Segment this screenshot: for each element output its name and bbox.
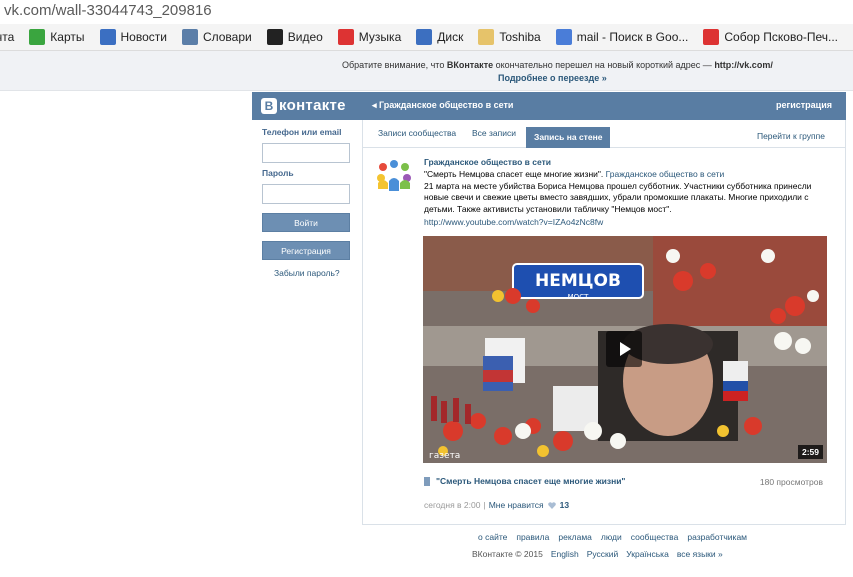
bookmark-label: Словари <box>202 30 252 44</box>
google-icon <box>555 29 572 45</box>
notice-brand: ВКонтакте <box>446 60 494 70</box>
maps-icon <box>29 29 46 45</box>
video-player[interactable]: НЕМЦОВ МОСТ газета 2:59 <box>423 236 827 463</box>
footer-links: о сайте правила реклама люди сообщества разра… <box>478 532 756 542</box>
notice-more-link[interactable]: Подробнее о переезде » <box>498 73 607 83</box>
like-link[interactable]: Мне нравится <box>489 500 544 510</box>
video-duration: 2:59 <box>797 445 823 459</box>
video-title-link[interactable]: "Смерть Немцова спасет еще многие жизни" <box>424 476 625 486</box>
bookmarks-bar: чта Карты Новости Словари Видео Музыка Диск Tos… <box>0 24 853 51</box>
password-label: Пароль <box>262 168 294 178</box>
bookmark-item[interactable]: Видео <box>266 29 323 45</box>
video-icon <box>266 29 283 45</box>
bookmark-item[interactable]: чта <box>0 29 14 45</box>
footer-link-about[interactable]: о сайте <box>478 532 507 542</box>
vk-logo[interactable]: В контакте <box>261 97 346 114</box>
footer-link-rules[interactable]: правила <box>516 532 549 542</box>
post-author-link[interactable]: Гражданское общество в сети <box>424 157 551 167</box>
bookmark-item[interactable]: Музыка <box>337 29 402 45</box>
login-button[interactable]: Войти <box>262 213 350 232</box>
yandex-icon <box>703 29 720 45</box>
lang-russian[interactable]: Русский <box>587 549 619 559</box>
disk-icon <box>416 29 433 45</box>
notice-text: Обратите внимание, что ВКонтакте окончат… <box>342 60 773 70</box>
password-input[interactable] <box>262 184 350 204</box>
lang-ukrainian[interactable]: Українська <box>626 549 669 559</box>
bookmark-label: Собор Псково-Печ... <box>724 30 839 44</box>
back-arrow-icon: ◂ <box>372 100 380 110</box>
domain-change-notice: Обратите внимание, что ВКонтакте окончат… <box>0 51 853 91</box>
video-watermark: газета <box>429 451 460 461</box>
go-to-group-link[interactable]: Перейти к группе <box>757 131 825 141</box>
folder-icon <box>478 29 495 45</box>
forgot-password-link[interactable]: Забыли пароль? <box>274 268 340 278</box>
bookmark-item[interactable]: Диск <box>416 29 463 45</box>
bookmark-item[interactable]: Toshiba <box>478 29 541 45</box>
bookmark-label: Музыка <box>358 30 402 44</box>
like-count: 13 <box>559 500 570 510</box>
meta-separator: | <box>483 500 486 510</box>
post-body-text: 21 марта на месте убийства Бориса Немцов… <box>424 180 812 214</box>
post-time[interactable]: сегодня в 2:00 <box>424 500 480 510</box>
heart-icon[interactable] <box>547 501 556 509</box>
footer-link-developers[interactable]: разработчикам <box>687 532 747 542</box>
post-youtube-link[interactable]: http://www.youtube.com/watch?v=IZAo4zNc8… <box>424 217 603 227</box>
bookmark-item[interactable]: Словари <box>181 29 252 45</box>
phone-label: Телефон или email <box>262 127 342 137</box>
lang-english[interactable]: English <box>551 549 579 559</box>
bookmark-item[interactable]: Собор Псково-Печ... <box>703 29 838 45</box>
bookmark-label: чта <box>0 30 15 44</box>
phone-input[interactable] <box>262 143 350 163</box>
group-avatar[interactable] <box>374 157 414 197</box>
address-bar[interactable]: vk.com/wall-33044743_209816 <box>0 0 853 24</box>
wall-post-panel: Записи сообщества Все записи Запись на с… <box>362 120 846 525</box>
post-text: "Смерть Немцова спасет еще многие жизни"… <box>424 169 829 215</box>
footer-link-communities[interactable]: сообщества <box>631 532 679 542</box>
footer-link-people[interactable]: люди <box>601 532 622 542</box>
bookmark-label: Toshiba <box>499 30 541 44</box>
back-link-label: Гражданское общество в сети <box>379 100 514 110</box>
post-quote: "Смерть Немцова спасет еще многие жизни"… <box>424 169 606 179</box>
bookmark-label: mail - Поиск в Goo... <box>576 30 689 44</box>
bookmark-label: Диск <box>437 30 464 44</box>
header-register-link[interactable]: регистрация <box>776 100 832 110</box>
sign-text: НЕМЦОВ <box>535 271 621 291</box>
footer-languages: ВКонтакте © 2015 English Русский Українська… <box>472 549 723 559</box>
bookmark-label: Карты <box>50 30 85 44</box>
register-button[interactable]: Регистрация <box>262 241 350 260</box>
video-file-icon <box>424 476 430 486</box>
logo-text: контакте <box>279 97 346 114</box>
bookmark-label: Новости <box>120 30 167 44</box>
bookmark-item[interactable]: Карты <box>29 29 85 45</box>
notice-prefix: Обратите внимание, что <box>342 60 447 70</box>
sign-subtext: МОСТ <box>568 293 589 301</box>
url-text[interactable]: vk.com/wall-33044743_209816 <box>4 2 212 19</box>
tab-wall-post[interactable]: Запись на стене <box>526 127 611 148</box>
footer-link-ads[interactable]: реклама <box>558 532 592 542</box>
notice-suffix: окончательно перешел на новый короткий а… <box>493 60 715 70</box>
video-title: "Смерть Немцова спасет еще многие жизни" <box>436 476 626 486</box>
lang-all[interactable]: все языки » <box>677 549 723 559</box>
bookmark-item[interactable]: mail - Поиск в Goo... <box>555 29 689 45</box>
post-source-link[interactable]: Гражданское общество в сети <box>606 169 725 179</box>
vk-header: В контакте ◂ Гражданское общество в сети… <box>252 92 846 120</box>
logo-mark: В <box>261 97 277 114</box>
notice-address: http://vk.com/ <box>714 60 773 70</box>
music-icon <box>337 29 354 45</box>
dictionary-icon <box>181 29 198 45</box>
back-to-group-link[interactable]: ◂ Гражданское общество в сети <box>372 100 513 111</box>
post-meta: сегодня в 2:00 | Мне нравится 13 <box>424 500 569 510</box>
tab-community-posts[interactable]: Записи сообщества <box>378 128 456 138</box>
video-views: 180 просмотров <box>759 477 823 487</box>
bookmark-item[interactable]: Новости <box>99 29 167 45</box>
bookmark-label: Видео <box>287 30 323 44</box>
play-icon[interactable] <box>606 331 642 367</box>
tabs-bar: Записи сообщества Все записи Запись на с… <box>363 120 845 148</box>
tab-all-posts[interactable]: Все записи <box>472 128 516 138</box>
news-icon <box>99 29 116 45</box>
copyright: ВКонтакте © 2015 <box>472 549 543 559</box>
